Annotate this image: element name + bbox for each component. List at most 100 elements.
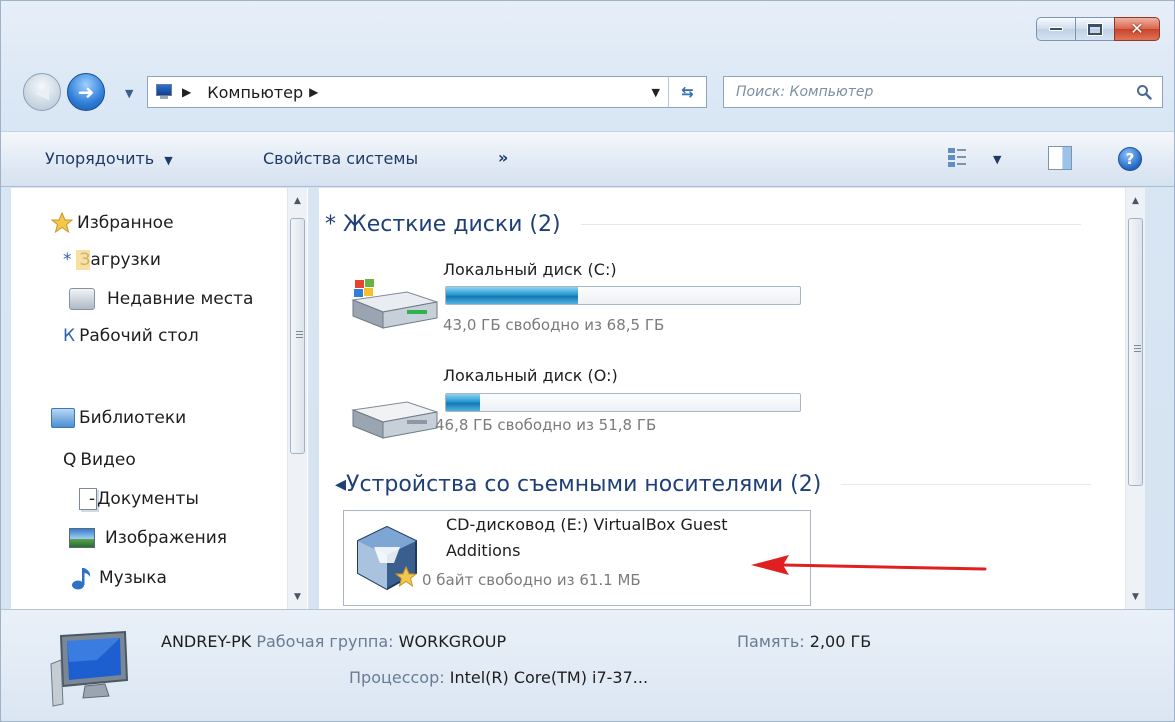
drive-c-free-space: 43,0 ГБ свободно из 68,5 ГБ [443, 316, 665, 334]
nav-video-label: Видео [80, 450, 136, 470]
memory-label: Память: [737, 632, 805, 651]
content-pane: * Жесткие диски (2) Локальный диск (C:) … [319, 188, 1145, 609]
recent-pages-dropdown[interactable]: ▼ [125, 87, 133, 100]
cpu-info: Процессор: Intel(R) Core(TM) i7-37... [349, 668, 648, 687]
drive-o-free-space: 46,8 ГБ свободно из 51,8 ГБ [435, 416, 657, 434]
music-note-icon [72, 568, 91, 590]
drive-o-usage-bar [445, 393, 801, 412]
forward-arrow-icon: ➜ [77, 80, 95, 104]
minimize-icon [1049, 27, 1063, 31]
nav-favorites[interactable]: Избранное [51, 212, 174, 234]
organize-button[interactable]: Упорядочить ▼ [45, 149, 173, 168]
libraries-icon [51, 408, 75, 428]
chevron-down-icon: ▼ [164, 154, 173, 167]
annotation-arrow-icon [751, 555, 987, 575]
change-view-icon[interactable] [947, 146, 967, 168]
computer-name: ANDREY-PK [161, 632, 252, 651]
forward-button[interactable]: ➜ [67, 73, 105, 111]
cd-drive-free-space: 0 байт свободно из 61.1 МБ [422, 571, 641, 589]
nav-downloads-prefix: * [63, 250, 72, 270]
nav-documents[interactable]: - Документы [79, 488, 199, 510]
windows-drive-icon [351, 279, 438, 329]
minimize-button[interactable] [1036, 17, 1076, 41]
search-placeholder: Поиск: Компьютер [736, 84, 874, 100]
scroll-down-arrow-icon[interactable]: ▼ [1126, 592, 1145, 602]
nav-images-label: Изображения [105, 528, 228, 548]
details-pane: ANDREY-PK Рабочая группа: WORKGROUP Памя… [1, 609, 1174, 721]
removable-group-title: ◂Устройства со съемными носителями (2) [335, 472, 822, 497]
nav-recent-places[interactable]: Недавние места [69, 288, 253, 310]
title-bar[interactable]: ✕ [1, 1, 1174, 57]
refresh-button[interactable]: ⇆ [668, 77, 706, 107]
nav-desktop-prefix: К [63, 326, 76, 346]
nav-downloads-label: Загрузки [79, 250, 161, 270]
nav-music[interactable]: Музыка [71, 566, 167, 590]
nav-libraries-label: Библиотеки [79, 408, 187, 428]
window-controls: ✕ [1036, 17, 1160, 41]
command-bar: Упорядочить ▼ Свойства системы » ▼ ? [1, 131, 1174, 187]
nav-recent-label: Недавние места [107, 289, 254, 309]
hdd-group-header[interactable]: * Жесткие диски (2) [325, 212, 1145, 237]
nav-video[interactable]: Q Видео [63, 450, 136, 470]
address-bar[interactable]: ▶ Компьютер ▶ ▼ ⇆ [147, 76, 707, 108]
downloads-folder-icon [75, 250, 90, 270]
back-arrow-icon: ◀ [35, 81, 49, 103]
preview-pane-button[interactable] [1048, 146, 1072, 170]
nav-downloads[interactable]: * Загрузки [63, 250, 161, 270]
maximize-button[interactable] [1075, 17, 1115, 41]
breadcrumb-separator-icon[interactable]: ▶ [309, 85, 318, 99]
star-icon [51, 212, 73, 234]
memory-value: 2,00 ГБ [809, 632, 872, 651]
recent-places-icon [69, 288, 95, 310]
search-icon[interactable] [1136, 84, 1152, 100]
scroll-up-arrow-icon[interactable]: ▲ [1126, 196, 1145, 206]
nav-documents-label: Документы [97, 489, 199, 509]
address-history-dropdown[interactable]: ▼ [652, 86, 660, 99]
search-input[interactable]: Поиск: Компьютер [723, 76, 1163, 108]
nav-scrollbar[interactable]: ▲ ▼ [287, 188, 307, 609]
view-options-dropdown[interactable]: ▼ [993, 153, 1001, 166]
system-properties-button[interactable]: Свойства системы [263, 149, 418, 168]
nav-music-label: Музыка [99, 568, 167, 588]
scroll-down-arrow-icon[interactable]: ▼ [288, 592, 307, 602]
cd-drive-name-line1: CD-дисковод (E:) VirtualBox Guest [446, 515, 728, 534]
virtualbox-icon [357, 525, 418, 591]
content-scroll-thumb[interactable] [1128, 218, 1143, 486]
nav-scroll-thumb[interactable] [290, 218, 305, 454]
drive-c-usage-fill [446, 287, 578, 304]
memory-info: Память: 2,00 ГБ [737, 632, 871, 651]
explorer-window: ✕ ◀ ➜ ▼ ▶ Компьютер ▶ ▼ ⇆ Поиск: Компьют… [0, 0, 1175, 722]
navigation-pane: Избранное * Загрузки Недавние места К Ра… [11, 188, 309, 609]
nav-libraries[interactable]: Библиотеки [51, 408, 186, 428]
close-button[interactable]: ✕ [1114, 17, 1160, 41]
breadcrumb-computer[interactable]: Компьютер [207, 83, 303, 102]
breadcrumb-separator-icon[interactable]: ▶ [182, 85, 191, 99]
maximize-icon [1088, 23, 1102, 35]
cpu-value: Intel(R) Core(TM) i7-37... [449, 668, 649, 687]
removable-group-header[interactable]: ◂Устройства со съемными носителями (2) [335, 472, 1145, 497]
help-icon: ? [1125, 150, 1135, 168]
nav-images[interactable]: Изображения [69, 528, 227, 548]
nav-desktop[interactable]: К Рабочий стол [63, 326, 199, 346]
nav-documents-prefix: - [89, 489, 96, 509]
back-button[interactable]: ◀ [23, 73, 61, 111]
drive-c-usage-bar [445, 286, 801, 305]
cd-drive-item[interactable]: CD-дисковод (E:) VirtualBox Guest Additi… [343, 510, 811, 606]
address-row: ◀ ➜ ▼ ▶ Компьютер ▶ ▼ ⇆ Поиск: Компьютер [1, 69, 1174, 113]
cpu-label: Процессор: [349, 668, 445, 687]
nav-video-prefix: Q [63, 450, 77, 470]
refresh-icon: ⇆ [681, 83, 694, 101]
close-icon: ✕ [1130, 19, 1144, 38]
drive-c-name[interactable]: Локальный диск (C:) [443, 260, 617, 279]
drive-o-usage-fill [446, 394, 481, 411]
nav-desktop-label: Рабочий стол [79, 326, 199, 346]
hard-drive-icon [351, 401, 438, 439]
hdd-group-title: * Жесткие диски (2) [325, 212, 561, 237]
content-scrollbar[interactable]: ▲ ▼ [1125, 188, 1145, 609]
help-button[interactable]: ? [1118, 147, 1142, 171]
workgroup-value: WORKGROUP [398, 632, 507, 651]
more-commands-button[interactable]: » [498, 148, 508, 167]
drive-o-name[interactable]: Локальный диск (O:) [443, 366, 618, 385]
scroll-up-arrow-icon[interactable]: ▲ [288, 196, 307, 206]
images-icon [69, 528, 95, 548]
